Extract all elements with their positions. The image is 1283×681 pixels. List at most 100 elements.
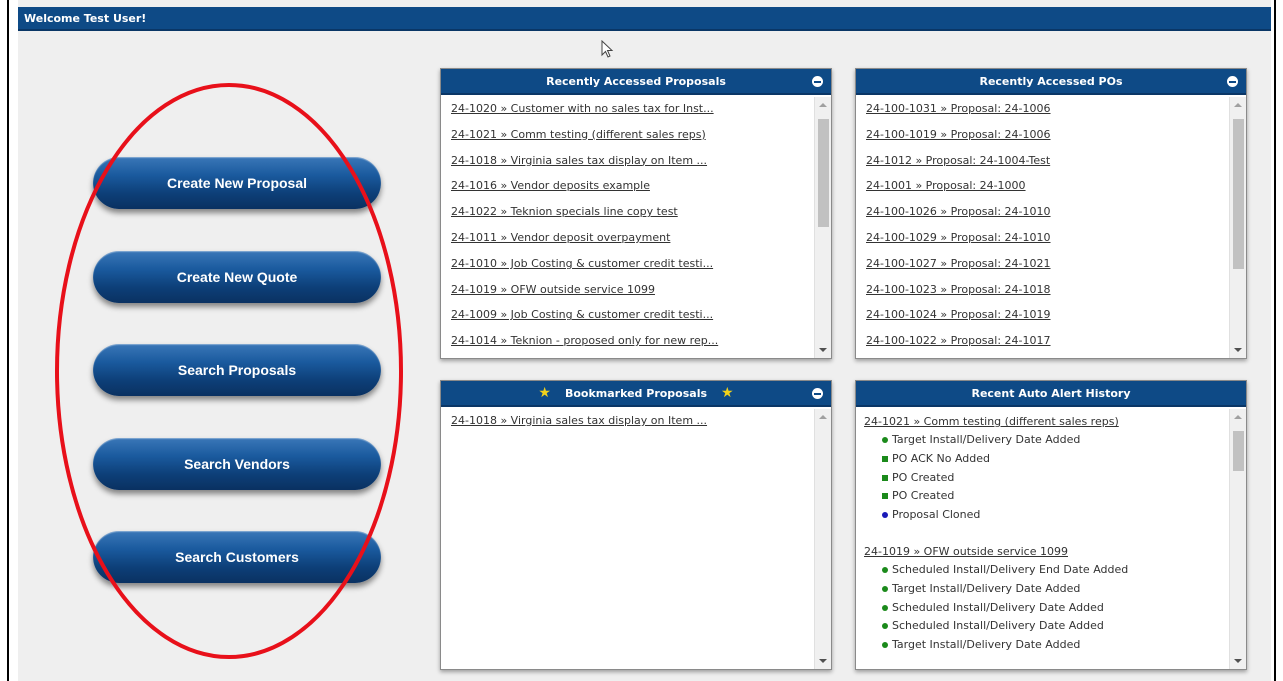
bullet-icon	[882, 566, 888, 573]
scrollbar-thumb[interactable]	[818, 119, 829, 227]
recent-proposals-header: Recently Accessed Proposals	[441, 69, 831, 95]
alert-item-text: Target Install/Delivery Date Added	[892, 638, 1081, 652]
recent-proposals-scrollbar[interactable]	[814, 97, 831, 358]
scrollbar-thumb[interactable]	[1233, 431, 1244, 471]
list-item: 24-1016 » Vendor deposits example	[451, 179, 831, 205]
scroll-down-icon[interactable]	[819, 659, 827, 663]
po-link[interactable]: 24-100-1022 » Proposal: 24-1017	[866, 334, 1051, 347]
scroll-up-icon[interactable]	[1234, 415, 1242, 419]
proposal-link[interactable]: 24-1021 » Comm testing (different sales …	[451, 128, 706, 141]
alert-proposal-link[interactable]: 24-1021 » Comm testing (different sales …	[864, 415, 1246, 428]
collapse-icon[interactable]	[812, 388, 823, 399]
list-item: 24-100-1024 » Proposal: 24-1019	[866, 308, 1246, 334]
alert-proposal-link[interactable]: 24-1019 » OFW outside service 1099	[864, 545, 1246, 558]
proposal-link[interactable]: 24-1019 » OFW outside service 1099	[451, 283, 655, 296]
recent-pos-scrollbar[interactable]	[1229, 97, 1246, 358]
list-item: 24-100-1027 » Proposal: 24-1021	[866, 257, 1246, 283]
list-item: 24-1009 » Job Costing & customer credit …	[451, 308, 831, 334]
alert-item: Scheduled Install/Delivery End Date Adde…	[864, 563, 1246, 582]
alert-item-text: PO ACK No Added	[892, 451, 991, 465]
alert-history-scrollbar[interactable]	[1229, 409, 1246, 669]
search-customers-button[interactable]: Search Customers	[93, 531, 381, 583]
proposal-link[interactable]: 24-1022 » Teknion specials line copy tes…	[451, 205, 678, 218]
star-icon: ★	[538, 385, 551, 401]
scroll-up-icon[interactable]	[1234, 103, 1242, 107]
right-frame-border	[1274, 0, 1276, 681]
left-frame-border	[7, 0, 9, 681]
alert-item: Scheduled Install/Delivery Date Added	[864, 601, 1246, 620]
proposal-link[interactable]: 24-1010 » Job Costing & customer credit …	[451, 257, 713, 270]
proposal-link[interactable]: 24-1009 » Job Costing & customer credit …	[451, 308, 713, 321]
create-new-proposal-button[interactable]: Create New Proposal	[93, 157, 381, 209]
list-item: 24-1022 » Teknion specials line copy tes…	[451, 205, 831, 231]
alert-item: PO Created	[864, 471, 1246, 490]
po-link[interactable]: 24-100-1024 » Proposal: 24-1019	[866, 308, 1051, 321]
proposal-link[interactable]: 24-1016 » Vendor deposits example	[451, 179, 650, 192]
po-link[interactable]: 24-100-1031 » Proposal: 24-1006	[866, 102, 1051, 115]
create-new-quote-button[interactable]: Create New Quote	[93, 251, 381, 303]
alert-history-title: Recent Auto Alert History	[971, 386, 1131, 400]
scroll-up-icon[interactable]	[819, 103, 827, 107]
po-link[interactable]: 24-100-1027 » Proposal: 24-1021	[866, 257, 1051, 270]
po-link[interactable]: 24-1012 » Proposal: 24-1004-Test	[866, 154, 1050, 167]
welcome-bar: Welcome Test User!	[18, 7, 1271, 31]
collapse-icon[interactable]	[1227, 76, 1238, 87]
bullet-icon	[882, 585, 888, 592]
po-link[interactable]: 24-100-1029 » Proposal: 24-1010	[866, 231, 1051, 244]
proposal-link[interactable]: 24-1018 » Virginia sales tax display on …	[451, 154, 707, 167]
recent-pos-header: Recently Accessed POs	[856, 69, 1246, 95]
collapse-icon[interactable]	[812, 76, 823, 87]
bookmarked-proposals-panel: ★ Bookmarked Proposals ★ 24-1018 » Virgi…	[440, 380, 832, 670]
list-item: 24-100-1029 » Proposal: 24-1010	[866, 231, 1246, 257]
alert-item: Target Install/Delivery Date Added	[864, 433, 1246, 452]
star-icon: ★	[721, 385, 734, 401]
list-item: 24-1019 » OFW outside service 1099	[451, 283, 831, 309]
alert-item: Target Install/Delivery Date Added	[864, 582, 1246, 601]
list-item: 24-1020 » Customer with no sales tax for…	[451, 102, 831, 128]
scroll-down-icon[interactable]	[819, 348, 827, 352]
welcome-text: Welcome Test User!	[24, 12, 147, 25]
alert-history-panel: Recent Auto Alert History 24-1021 » Comm…	[855, 380, 1247, 670]
alert-item: Target Install/Delivery Date Added	[864, 638, 1246, 657]
search-proposals-button[interactable]: Search Proposals	[93, 344, 381, 396]
bullet-icon	[882, 437, 888, 443]
po-link[interactable]: 24-100-1026 » Proposal: 24-1010	[866, 205, 1051, 218]
recent-proposals-title: Recently Accessed Proposals	[546, 74, 726, 88]
alert-item: Proposal Cloned	[864, 508, 1246, 527]
scroll-down-icon[interactable]	[1234, 659, 1242, 663]
bullet-icon	[882, 493, 888, 500]
proposal-link[interactable]: 24-1018 » Virginia sales tax display on …	[451, 414, 707, 427]
bullet-icon	[882, 512, 888, 519]
bookmarked-proposals-list: 24-1018 » Virginia sales tax display on …	[441, 409, 831, 440]
dashboard: Welcome Test User! Create New Proposal C…	[18, 0, 1271, 681]
bullet-icon	[882, 455, 888, 462]
bookmarked-scrollbar[interactable]	[814, 409, 831, 669]
alert-item-text: PO Created	[892, 489, 955, 503]
list-item: 24-1010 » Job Costing & customer credit …	[451, 257, 831, 283]
list-item: 24-100-1023 » Proposal: 24-1018	[866, 283, 1246, 309]
bullet-icon	[882, 623, 888, 630]
alert-group: 24-1021 » Comm testing (different sales …	[856, 409, 1246, 657]
po-link[interactable]: 24-100-1023 » Proposal: 24-1018	[866, 283, 1051, 296]
alert-item-text: PO Created	[892, 470, 955, 484]
alert-item: Scheduled Install/Delivery Date Added	[864, 619, 1246, 638]
proposal-link[interactable]: 24-1011 » Vendor deposit overpayment	[451, 231, 670, 244]
search-vendors-button[interactable]: Search Vendors	[93, 438, 381, 490]
alert-history-header: Recent Auto Alert History	[856, 381, 1246, 407]
proposal-link[interactable]: 24-1020 » Customer with no sales tax for…	[451, 102, 714, 115]
po-link[interactable]: 24-1001 » Proposal: 24-1000	[866, 179, 1026, 192]
scroll-down-icon[interactable]	[1234, 348, 1242, 352]
alert-history-body: 24-1021 » Comm testing (different sales …	[856, 409, 1246, 669]
recent-pos-panel: Recently Accessed POs 24-100-1031 » Prop…	[855, 68, 1247, 359]
list-item: 24-1018 » Virginia sales tax display on …	[451, 154, 831, 180]
scroll-up-icon[interactable]	[819, 415, 827, 419]
recent-pos-list: 24-100-1031 » Proposal: 24-1006 24-100-1…	[856, 97, 1246, 358]
list-item: 24-100-1031 » Proposal: 24-1006	[866, 102, 1246, 128]
proposal-link[interactable]: 24-1014 » Teknion - proposed only for ne…	[451, 334, 718, 347]
scrollbar-thumb[interactable]	[1233, 119, 1244, 269]
list-item: 24-100-1026 » Proposal: 24-1010	[866, 205, 1246, 231]
alert-item-text: Proposal Cloned	[892, 508, 981, 522]
bookmarked-proposals-header: ★ Bookmarked Proposals ★	[441, 381, 831, 407]
recent-proposals-list: 24-1020 » Customer with no sales tax for…	[441, 97, 831, 358]
po-link[interactable]: 24-100-1019 » Proposal: 24-1006	[866, 128, 1051, 141]
